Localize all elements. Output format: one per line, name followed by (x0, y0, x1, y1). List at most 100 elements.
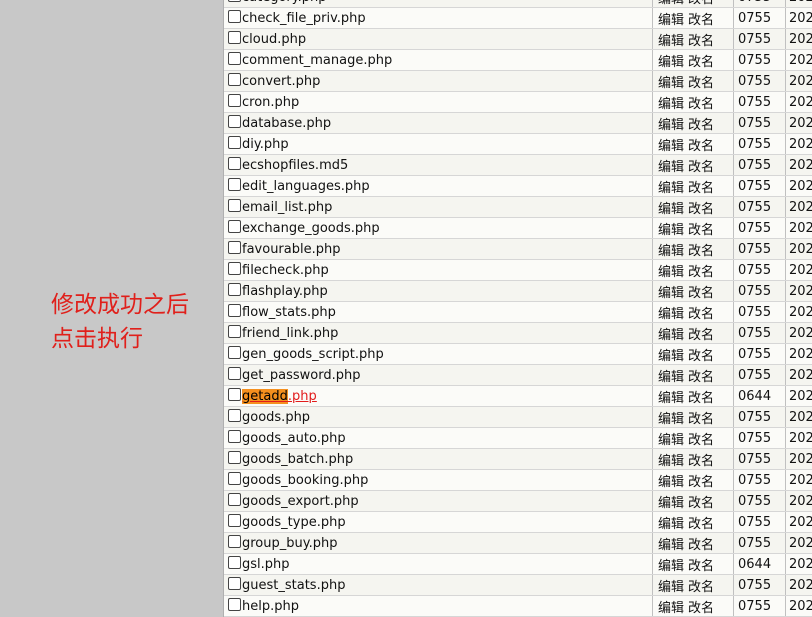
file-checkbox[interactable] (228, 262, 241, 275)
file-name-link[interactable]: comment_manage.php (242, 53, 392, 68)
file-name-link[interactable]: help.php (242, 599, 299, 614)
rename-link[interactable]: 改名 (688, 433, 714, 448)
rename-link[interactable]: 改名 (688, 244, 714, 259)
rename-link[interactable]: 改名 (688, 55, 714, 70)
rename-link[interactable]: 改名 (688, 34, 714, 49)
edit-link[interactable]: 编辑 (658, 0, 684, 7)
file-checkbox[interactable] (228, 10, 241, 23)
file-name-link[interactable]: diy.php (242, 137, 289, 152)
file-permission[interactable]: 0755 (733, 595, 786, 617)
edit-link[interactable]: 编辑 (658, 223, 684, 238)
file-name-link[interactable]: goods_export.php (242, 494, 359, 509)
file-name-link[interactable]: gsl.php (242, 557, 290, 572)
file-checkbox[interactable] (228, 178, 241, 191)
edit-link[interactable]: 编辑 (658, 139, 684, 154)
rename-link[interactable]: 改名 (688, 286, 714, 301)
rename-link[interactable]: 改名 (688, 202, 714, 217)
rename-link[interactable]: 改名 (688, 601, 714, 616)
file-name-link[interactable]: filecheck.php (242, 263, 329, 278)
rename-link[interactable]: 改名 (688, 391, 714, 406)
file-permission[interactable]: 0755 (733, 28, 786, 50)
rename-link[interactable]: 改名 (688, 454, 714, 469)
file-permission[interactable]: 0755 (733, 427, 786, 449)
file-permission[interactable]: 0755 (733, 448, 786, 470)
file-permission[interactable]: 0755 (733, 280, 786, 302)
file-name-link[interactable]: get_password.php (242, 368, 360, 383)
edit-link[interactable]: 编辑 (658, 202, 684, 217)
rename-link[interactable]: 改名 (688, 139, 714, 154)
rename-link[interactable]: 改名 (688, 496, 714, 511)
rename-link[interactable]: 改名 (688, 517, 714, 532)
file-name-link[interactable]: goods_booking.php (242, 473, 368, 488)
rename-link[interactable]: 改名 (688, 181, 714, 196)
edit-link[interactable]: 编辑 (658, 286, 684, 301)
file-permission[interactable]: 0755 (733, 196, 786, 218)
file-permission[interactable]: 0755 (733, 364, 786, 386)
rename-link[interactable]: 改名 (688, 118, 714, 133)
file-name-link[interactable]: getadd.php (242, 389, 317, 404)
file-checkbox[interactable] (228, 472, 241, 485)
file-checkbox[interactable] (228, 430, 241, 443)
file-checkbox[interactable] (228, 346, 241, 359)
file-name-link[interactable]: friend_link.php (242, 326, 338, 341)
file-name-link[interactable]: cron.php (242, 95, 299, 110)
file-permission[interactable]: 0755 (733, 238, 786, 260)
file-checkbox[interactable] (228, 556, 241, 569)
file-checkbox[interactable] (228, 283, 241, 296)
edit-link[interactable]: 编辑 (658, 433, 684, 448)
edit-link[interactable]: 编辑 (658, 265, 684, 280)
file-name-link[interactable]: flashplay.php (242, 284, 328, 299)
file-permission[interactable]: 0755 (733, 406, 786, 428)
rename-link[interactable]: 改名 (688, 580, 714, 595)
file-checkbox[interactable] (228, 31, 241, 44)
edit-link[interactable]: 编辑 (658, 160, 684, 175)
rename-link[interactable]: 改名 (688, 307, 714, 322)
file-name-link[interactable]: goods.php (242, 410, 310, 425)
edit-link[interactable]: 编辑 (658, 55, 684, 70)
rename-link[interactable]: 改名 (688, 160, 714, 175)
rename-link[interactable]: 改名 (688, 475, 714, 490)
file-name-link[interactable]: guest_stats.php (242, 578, 345, 593)
file-permission[interactable]: 0755 (733, 112, 786, 134)
rename-link[interactable]: 改名 (688, 349, 714, 364)
file-name-link[interactable]: convert.php (242, 74, 320, 89)
file-checkbox[interactable] (228, 325, 241, 338)
file-checkbox[interactable] (228, 304, 241, 317)
file-checkbox[interactable] (228, 157, 241, 170)
edit-link[interactable]: 编辑 (658, 454, 684, 469)
file-checkbox[interactable] (228, 94, 241, 107)
file-permission[interactable]: 0644 (733, 553, 786, 575)
edit-link[interactable]: 编辑 (658, 496, 684, 511)
rename-link[interactable]: 改名 (688, 412, 714, 427)
file-permission[interactable]: 0755 (733, 91, 786, 113)
file-checkbox[interactable] (228, 220, 241, 233)
file-name-link[interactable]: email_list.php (242, 200, 332, 215)
edit-link[interactable]: 编辑 (658, 517, 684, 532)
file-permission[interactable]: 0755 (733, 217, 786, 239)
file-name-link[interactable]: favourable.php (242, 242, 340, 257)
rename-link[interactable]: 改名 (688, 265, 714, 280)
edit-link[interactable]: 编辑 (658, 97, 684, 112)
rename-link[interactable]: 改名 (688, 13, 714, 28)
edit-link[interactable]: 编辑 (658, 412, 684, 427)
file-name-link[interactable]: ecshopfiles.md5 (242, 158, 348, 173)
file-permission[interactable]: 0755 (733, 301, 786, 323)
edit-link[interactable]: 编辑 (658, 559, 684, 574)
file-name-link[interactable]: cloud.php (242, 32, 306, 47)
file-checkbox[interactable] (228, 199, 241, 212)
file-checkbox[interactable] (228, 388, 241, 401)
file-name-link[interactable]: database.php (242, 116, 331, 131)
edit-link[interactable]: 编辑 (658, 307, 684, 322)
rename-link[interactable]: 改名 (688, 370, 714, 385)
rename-link[interactable]: 改名 (688, 559, 714, 574)
file-permission[interactable]: 0755 (733, 7, 786, 29)
file-name-link[interactable]: goods_batch.php (242, 452, 353, 467)
file-checkbox[interactable] (228, 73, 241, 86)
edit-link[interactable]: 编辑 (658, 391, 684, 406)
edit-link[interactable]: 编辑 (658, 34, 684, 49)
file-name-link[interactable]: goods_auto.php (242, 431, 346, 446)
file-name-link[interactable]: goods_type.php (242, 515, 346, 530)
file-permission[interactable]: 0755 (733, 322, 786, 344)
file-name-link[interactable]: check_file_priv.php (242, 11, 366, 26)
edit-link[interactable]: 编辑 (658, 475, 684, 490)
